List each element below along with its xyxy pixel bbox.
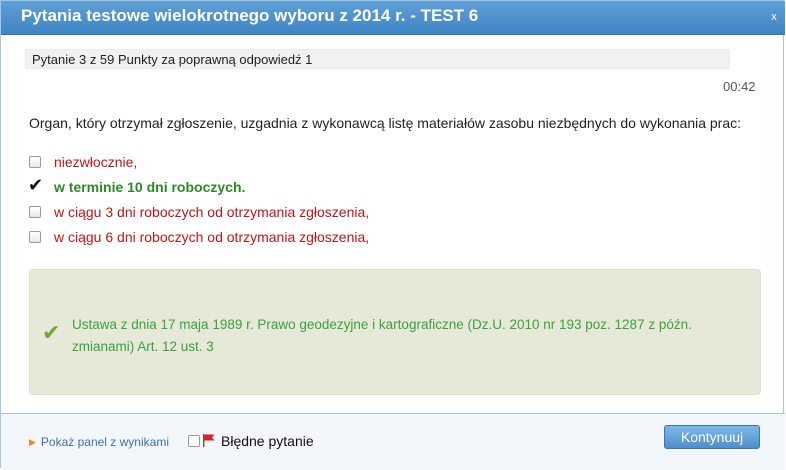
footer-bar: ▶ Pokaż panel z wynikami Błędne pytanie K… xyxy=(1,413,785,470)
explanation-text: Ustawa z dnia 17 maja 1989 r. Prawo geod… xyxy=(72,317,692,354)
arrow-right-icon: ▶ xyxy=(29,437,36,447)
quiz-window: Pytania testowe wielokrotnego wyboru z 2… xyxy=(0,0,785,470)
timer: 00:42 xyxy=(723,79,756,94)
answer-checkbox[interactable] xyxy=(29,206,41,218)
check-icon: ✔ xyxy=(42,320,61,345)
answer-label: w ciągu 3 dni roboczych od otrzymania zg… xyxy=(54,204,370,220)
answer-checkbox[interactable] xyxy=(29,231,41,243)
window-title: Pytania testowe wielokrotnego wyboru z 2… xyxy=(21,6,479,25)
progress-text: Pytanie 3 z 59 Punkty za poprawną odpowi… xyxy=(32,52,313,67)
question-text: Organ, który otrzymał zgłoszenie, uzgadn… xyxy=(29,115,742,131)
progress-bar: Pytanie 3 z 59 Punkty za poprawną odpowi… xyxy=(25,49,730,69)
report-question-label: Błędne pytanie xyxy=(221,433,314,449)
checkmark-icon: ✔ xyxy=(28,175,44,195)
report-checkbox[interactable] xyxy=(188,435,200,447)
show-results-panel-link[interactable]: ▶ Pokaż panel z wynikami xyxy=(29,435,169,449)
continue-button[interactable]: Kontynuuj xyxy=(664,425,760,449)
answer-label: w ciągu 6 dni roboczych od otrzymania zg… xyxy=(54,229,370,245)
title-bar: Pytania testowe wielokrotnego wyboru z 2… xyxy=(1,1,785,35)
red-flag-icon xyxy=(203,434,215,447)
answer-label: w terminie 10 dni roboczych. xyxy=(54,179,246,195)
close-icon[interactable]: x xyxy=(769,12,779,23)
answer-checkbox[interactable] xyxy=(29,156,41,168)
show-results-panel-label: Pokaż panel z wynikami xyxy=(40,435,169,449)
explanation-box: ✔ Ustawa z dnia 17 maja 1989 r. Prawo ge… xyxy=(29,269,761,395)
answer-label: niezwłocznie, xyxy=(54,154,138,170)
